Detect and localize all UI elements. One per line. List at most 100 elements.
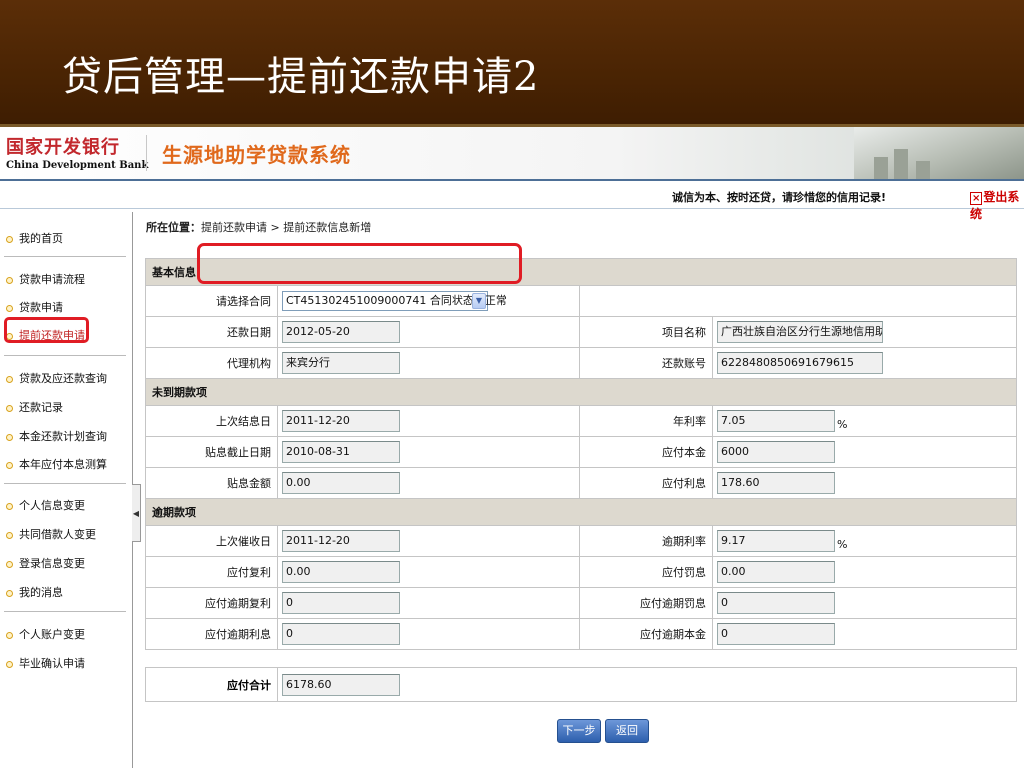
menu-divider xyxy=(4,483,126,484)
sidebar-item-annual-estimate[interactable]: 本年应付本息测算 xyxy=(6,456,107,472)
sidebar-item-login-info[interactable]: 登录信息变更 xyxy=(6,555,85,571)
section-overdue: 逾期款项 xyxy=(145,498,1017,526)
sidebar-item-account-change[interactable]: 个人账户变更 xyxy=(6,626,85,642)
rate-label: 年利率 xyxy=(579,405,713,437)
od-interest-field[interactable]: 0 xyxy=(282,623,400,645)
breadcrumb-prefix: 所在位置： xyxy=(146,221,201,234)
menu-divider xyxy=(4,611,126,612)
interest-label: 应付利息 xyxy=(579,467,713,499)
subsidy-amount-label: 贴息金额 xyxy=(145,467,278,499)
od-principal-label: 应付逾期本金 xyxy=(579,618,713,650)
od-rate-field[interactable]: 9.17 xyxy=(717,530,835,552)
sidebar-item-principal-plan[interactable]: 本金还款计划查询 xyxy=(6,428,107,444)
rate-unit: % xyxy=(837,418,848,431)
contract-label: 请选择合同 xyxy=(145,285,278,317)
sidebar-item-label: 个人账户变更 xyxy=(19,628,85,641)
last-collect-field[interactable]: 2011-12-20 xyxy=(282,530,400,552)
od-compound-label: 应付逾期复利 xyxy=(145,587,278,619)
sidebar-item-personal-info[interactable]: 个人信息变更 xyxy=(6,497,85,513)
subsidy-amount-field[interactable]: 0.00 xyxy=(282,472,400,494)
app-header: 国家开发银行 China Development Bank 生源地助学贷款系统 xyxy=(0,127,1024,179)
od-principal-field[interactable]: 0 xyxy=(717,623,835,645)
form-row: 请选择合同 CT451302451009000741 合同状态：正常 ▼ xyxy=(145,285,1017,317)
principal-field[interactable]: 6000 xyxy=(717,441,835,463)
rate-field[interactable]: 7.05 xyxy=(717,410,835,432)
sidebar-item-graduation[interactable]: 毕业确认申请 xyxy=(6,655,85,671)
sidebar-item-label: 本金还款计划查询 xyxy=(19,430,107,443)
form-row: 上次结息日 2011-12-20 年利率 7.05% xyxy=(145,405,1017,437)
agency-label: 代理机构 xyxy=(145,347,278,379)
bullet-icon xyxy=(6,304,13,312)
form-row: 上次催收日 2011-12-20 逾期利率 9.17% xyxy=(145,525,1017,557)
od-compound-field[interactable]: 0 xyxy=(282,592,400,614)
sidebar-item-loan-process[interactable]: 贷款申请流程 xyxy=(6,271,85,287)
menu-divider xyxy=(4,256,126,257)
project-label: 项目名称 xyxy=(579,316,713,348)
repay-date-field[interactable]: 2012-05-20 xyxy=(282,321,400,343)
bullet-icon xyxy=(6,531,13,539)
section-undue: 未到期款项 xyxy=(145,378,1017,406)
prepayment-form: 基本信息 请选择合同 CT451302451009000741 合同状态：正常 ▼… xyxy=(145,258,1017,650)
account-label: 还款账号 xyxy=(579,347,713,379)
form-row: 应付逾期利息 0 应付逾期本金 0 xyxy=(145,618,1017,650)
contract-select[interactable]: CT451302451009000741 合同状态：正常 ▼ xyxy=(282,291,507,311)
compound-field[interactable]: 0.00 xyxy=(282,561,400,583)
credit-notice: 诚信为本、按时还贷，请珍惜您的信用记录! xyxy=(672,191,887,204)
slide-title: 贷后管理—提前还款申请2 xyxy=(62,54,540,100)
bullet-icon xyxy=(6,631,13,639)
collapse-sidebar-button[interactable]: ◀ xyxy=(132,484,141,542)
bullet-icon xyxy=(6,276,13,284)
form-row: 还款日期 2012-05-20 项目名称 广西壮族自治区分行生源地信用助学贷款 xyxy=(145,316,1017,348)
od-rate-unit: % xyxy=(837,538,848,551)
bullet-icon xyxy=(6,502,13,510)
notice-bar: 诚信为本、按时还贷，请珍惜您的信用记录! × 登出系统 xyxy=(0,179,1024,221)
od-interest-label: 应付逾期利息 xyxy=(145,618,278,650)
system-name: 生源地助学贷款系统 xyxy=(162,143,351,167)
total-label: 应付合计 xyxy=(145,667,278,702)
breadcrumb-path: 提前还款申请 > 提前还款信息新增 xyxy=(201,221,372,234)
close-icon: × xyxy=(970,192,983,205)
compound-label: 应付复利 xyxy=(145,556,278,588)
project-field[interactable]: 广西壮族自治区分行生源地信用助学贷款 xyxy=(717,321,883,343)
contract-cell: CT451302451009000741 合同状态：正常 ▼ xyxy=(277,285,580,317)
sidebar-item-co-borrower[interactable]: 共同借款人变更 xyxy=(6,526,96,542)
bullet-icon xyxy=(6,375,13,383)
total-field[interactable]: 6178.60 xyxy=(282,673,400,696)
sidebar-item-label: 贷款申请 xyxy=(19,301,63,314)
sidebar-item-repay-records[interactable]: 还款记录 xyxy=(6,399,63,415)
sidebar-item-loan-query[interactable]: 贷款及应还款查询 xyxy=(6,370,107,386)
agency-field[interactable]: 来宾分行 xyxy=(282,352,400,374)
sidebar-item-loan-apply[interactable]: 贷款申请 xyxy=(6,299,63,315)
total-table: 应付合计 6178.60 xyxy=(145,667,1017,702)
breadcrumb: 所在位置：提前还款申请 > 提前还款信息新增 xyxy=(146,219,371,235)
sidebar-item-label: 贷款及应还款查询 xyxy=(19,372,107,385)
last-settle-field[interactable]: 2011-12-20 xyxy=(282,410,400,432)
principal-label: 应付本金 xyxy=(579,436,713,468)
sidebar-item-label: 我的消息 xyxy=(19,586,63,599)
sidebar-item-home[interactable]: 我的首页 xyxy=(6,230,63,246)
bank-name-cn: 国家开发银行 xyxy=(6,137,120,158)
sidebar-item-label: 登录信息变更 xyxy=(19,557,85,570)
menu-divider xyxy=(4,355,126,356)
logout-link[interactable]: × 登出系统 xyxy=(970,188,1024,222)
penalty-field[interactable]: 0.00 xyxy=(717,561,835,583)
repay-date-label: 还款日期 xyxy=(145,316,278,348)
sidebar-item-label: 我的首页 xyxy=(19,232,63,245)
back-button[interactable]: 返回 xyxy=(605,719,649,743)
slide-title-band: 贷后管理—提前还款申请2 xyxy=(0,0,1024,124)
form-row: 贴息截止日期 2010-08-31 应付本金 6000 xyxy=(145,436,1017,468)
od-rate-label: 逾期利率 xyxy=(579,525,713,557)
header-divider xyxy=(146,135,147,171)
form-row: 贴息金额 0.00 应付利息 178.60 xyxy=(145,467,1017,499)
account-field[interactable]: 6228480850691679615 xyxy=(717,352,883,374)
sidebar-item-messages[interactable]: 我的消息 xyxy=(6,584,63,600)
next-button[interactable]: 下一步 xyxy=(557,719,601,743)
subsidy-end-field[interactable]: 2010-08-31 xyxy=(282,441,400,463)
od-penalty-field[interactable]: 0 xyxy=(717,592,835,614)
interest-field[interactable]: 178.60 xyxy=(717,472,835,494)
sidebar-item-label: 个人信息变更 xyxy=(19,499,85,512)
bullet-icon xyxy=(6,235,13,243)
bank-name-en: China Development Bank xyxy=(6,160,149,171)
bullet-icon xyxy=(6,461,13,469)
bullet-icon xyxy=(6,404,13,412)
